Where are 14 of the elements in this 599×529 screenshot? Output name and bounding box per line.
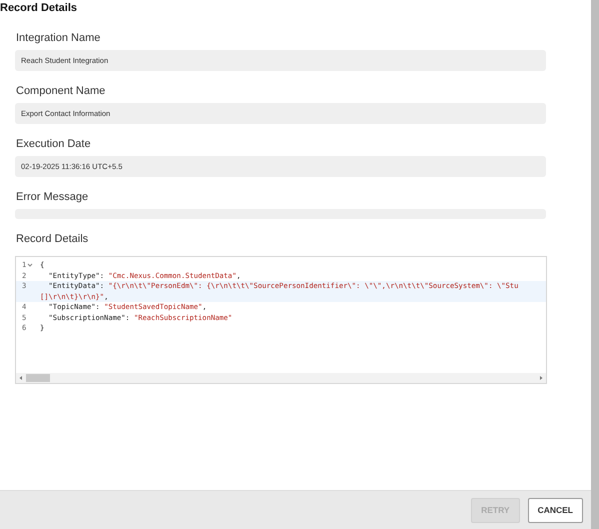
field-label: Integration Name — [16, 32, 102, 45]
vertical-scrollbar[interactable] — [591, 0, 599, 529]
field-label: Record Details — [16, 233, 90, 246]
code-editor[interactable] — [15, 256, 547, 384]
cancel-button[interactable]: CANCEL — [528, 498, 583, 522]
scrollbar-thumb[interactable] — [26, 374, 50, 382]
horizontal-scrollbar[interactable] — [16, 373, 546, 383]
fold-caret-icon[interactable] — [27, 262, 34, 268]
field-label: Execution Date — [16, 138, 92, 151]
field-label: Component Name — [16, 85, 106, 98]
scroll-right-arrow-icon[interactable] — [538, 375, 544, 381]
dialog-title: Record Details — [0, 1, 78, 16]
field-label: Error Message — [16, 191, 90, 204]
scroll-left-arrow-icon[interactable] — [18, 375, 24, 381]
